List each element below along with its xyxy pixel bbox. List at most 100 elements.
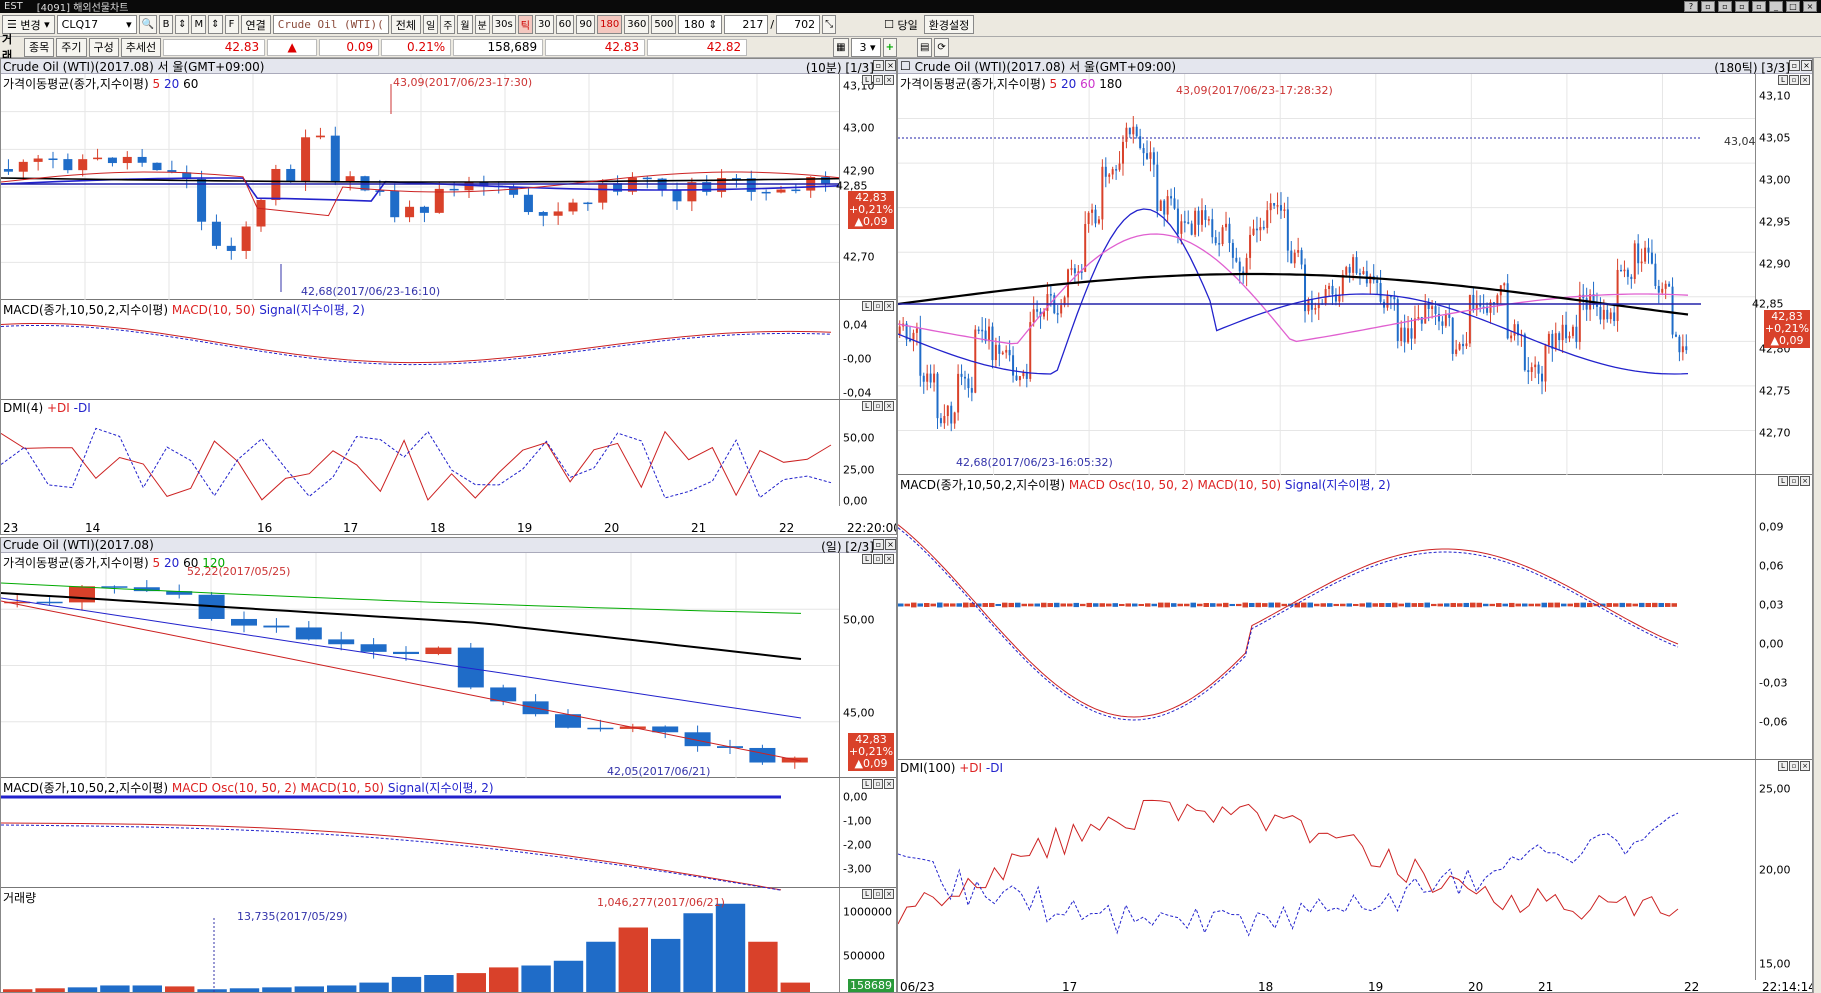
range-from-input[interactable]: 217: [724, 15, 769, 34]
panel-close-icon[interactable]: ×: [885, 539, 896, 550]
candle-body: [1681, 346, 1684, 353]
f-icon[interactable]: F: [224, 15, 239, 34]
candle-body: [933, 373, 936, 383]
item-button[interactable]: 종목: [24, 37, 55, 57]
candle-body: [1156, 164, 1159, 211]
tick-60-button[interactable]: 60: [555, 15, 575, 34]
settings-button[interactable]: 환경설정: [923, 15, 975, 34]
candle-body: [1221, 227, 1224, 245]
symbol-input[interactable]: CLQ17 ▾: [56, 15, 137, 34]
period-button[interactable]: 주기: [56, 37, 87, 57]
today-checkbox[interactable]: ☐ 당일: [880, 15, 922, 34]
candle-body: [1575, 326, 1578, 342]
osc-bar: [1619, 602, 1625, 608]
x-label: 22:20:00: [847, 521, 897, 535]
pane-controls[interactable]: L ▫ ×: [862, 401, 894, 411]
price-axis: L ▫ × 43,10 43,00 42,90 42,70 42,85 42,83 +…: [836, 74, 896, 299]
period-day-button[interactable]: 일: [422, 15, 439, 34]
search-icon[interactable]: 🔍: [138, 15, 158, 34]
candle-body: [1218, 243, 1221, 245]
save-icon[interactable]: ▤: [916, 37, 933, 57]
layout-grid-icon[interactable]: ▦: [833, 37, 849, 57]
candle-body: [587, 727, 614, 730]
candle-body: [1510, 335, 1513, 339]
ma60-line: [1, 592, 802, 660]
add-chart-icon[interactable]: +: [882, 37, 897, 57]
tick-500-button[interactable]: 500: [651, 15, 677, 34]
m-icon[interactable]: M: [191, 15, 207, 34]
candle-body: [1032, 309, 1035, 323]
candle-body: [1448, 314, 1451, 318]
candle-body: [652, 726, 679, 733]
period-30s-button[interactable]: 30s: [491, 15, 516, 34]
tick: 0,09: [1759, 520, 1784, 534]
panel-restore-icon[interactable]: ▫: [873, 60, 884, 71]
period-tick-button[interactable]: 틱: [517, 15, 533, 34]
option-button[interactable]: ▫: [1718, 1, 1732, 12]
period-month-button[interactable]: 월: [457, 15, 473, 34]
bold-b-icon[interactable]: B: [159, 15, 174, 34]
ma20-label: 20: [163, 77, 180, 91]
plus-di-line: [1, 430, 832, 501]
pin-button[interactable]: ▫: [1735, 1, 1749, 12]
pane-controls[interactable]: L ▫ ×: [1778, 761, 1810, 771]
x-label: 19: [1368, 980, 1384, 993]
compose-button[interactable]: 구성: [88, 37, 119, 57]
low-annotation: 42,68(2017/06/23-16:05:32): [956, 456, 1113, 469]
side-toolbar[interactable]: [1813, 58, 1821, 993]
pane-controls[interactable]: L ▫ ×: [862, 779, 894, 789]
osc-bar: [1411, 603, 1417, 607]
tick-360-button[interactable]: 360: [624, 15, 650, 34]
x-label: 19: [517, 521, 533, 535]
volume-bar: [67, 987, 98, 992]
candle-body: [1190, 223, 1193, 235]
updown-icon[interactable]: ⇕: [175, 15, 190, 34]
candle-body: [1211, 219, 1214, 238]
panel-restore-icon[interactable]: ▫: [873, 539, 884, 550]
close-button[interactable]: ×: [1803, 1, 1817, 12]
range-to-input[interactable]: 702: [776, 15, 821, 34]
pane-controls[interactable]: L ▫ ×: [1778, 75, 1810, 85]
time-axis: 06/23 17 18 19 20 21 22 22:14:14: [898, 980, 1812, 993]
panel-restore-icon[interactable]: ▫: [1789, 60, 1800, 71]
period-week-button[interactable]: 주: [440, 15, 456, 34]
osc-bar: [1639, 602, 1645, 608]
pane-controls[interactable]: L ▫ ×: [862, 889, 894, 899]
tile-button[interactable]: ▫: [1701, 1, 1715, 12]
panel-checkbox[interactable]: ☐: [900, 59, 915, 73]
candle-body: [1286, 209, 1289, 251]
refresh-icon[interactable]: ⟳: [934, 37, 949, 57]
tick-90-button[interactable]: 90: [576, 15, 596, 34]
pane-controls[interactable]: L ▫ ×: [862, 75, 894, 85]
pane-controls[interactable]: L ▫ ×: [862, 301, 894, 311]
period-all-button[interactable]: 전체: [390, 15, 421, 34]
tick-30-button[interactable]: 30: [534, 15, 554, 34]
restore-button[interactable]: ▫: [1752, 1, 1766, 12]
panel-close-icon[interactable]: ×: [885, 60, 896, 71]
link-button[interactable]: 연결: [240, 15, 271, 34]
tick-180-button[interactable]: 180: [597, 15, 623, 34]
panel-close-icon[interactable]: ×: [1801, 60, 1812, 71]
maximize-button[interactable]: □: [1786, 1, 1800, 12]
period-minute-button[interactable]: 분: [474, 15, 490, 34]
chart-icon[interactable]: ⤡: [822, 15, 837, 34]
box-change: ▲0,09: [1770, 334, 1804, 347]
product-name-field[interactable]: Crude Oil (WTI)(: [272, 15, 389, 34]
updown2-icon[interactable]: ⇕: [208, 15, 223, 34]
candle-body: [1204, 210, 1207, 220]
osc-bar: [1574, 602, 1580, 608]
pane-controls[interactable]: L ▫ ×: [862, 554, 894, 564]
trendline-button[interactable]: 추세선: [120, 37, 162, 57]
candle-body: [328, 639, 355, 645]
tick-count-input[interactable]: 180 ⇕: [678, 15, 723, 34]
candle-body: [936, 373, 939, 419]
pane-controls[interactable]: L ▫ ×: [1778, 476, 1810, 486]
osc-bar: [1106, 603, 1112, 607]
layout-count-select[interactable]: 3 ▾: [850, 37, 881, 57]
macd-line: [1, 323, 832, 364]
osc-bar: [1158, 602, 1164, 608]
minimize-button[interactable]: _: [1769, 1, 1783, 12]
candle-body: [684, 732, 711, 747]
candle-body: [761, 191, 771, 194]
help-button[interactable]: ?: [1684, 1, 1698, 12]
